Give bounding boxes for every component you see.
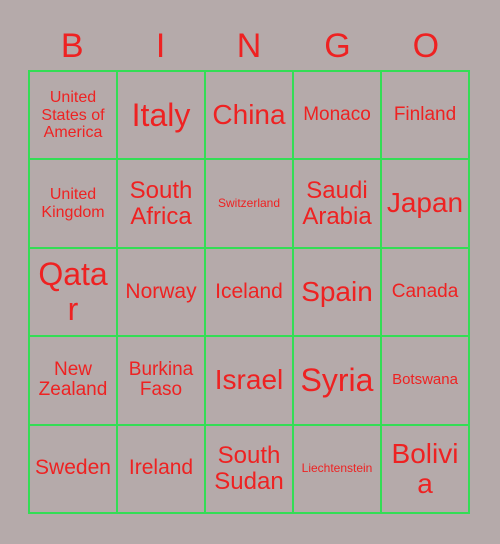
bingo-cell-label: Canada <box>391 280 459 302</box>
bingo-cell[interactable]: South Sudan <box>206 425 294 514</box>
bingo-cell-label: Spain <box>301 275 373 307</box>
bingo-cell-label: Israel <box>214 364 284 396</box>
bingo-cell[interactable]: Syria <box>294 337 382 426</box>
bingo-cell[interactable]: China <box>206 72 294 161</box>
bingo-cell[interactable]: Burkina Faso <box>118 337 206 426</box>
bingo-cell-label: Sweden <box>35 456 111 480</box>
bingo-cell[interactable]: Finland <box>382 72 470 161</box>
bingo-cell[interactable]: Japan <box>382 160 470 249</box>
bingo-cell-label: Botswana <box>392 371 458 389</box>
bingo-cell[interactable]: Sweden <box>30 425 118 514</box>
bingo-card: B I N G O United States of America Italy C… <box>0 0 500 544</box>
bingo-cell-label: Liechtenstein <box>301 461 373 476</box>
bingo-cell[interactable]: Switzerland <box>206 160 294 249</box>
bingo-cell-label: Italy <box>131 96 191 133</box>
header-letter-i: I <box>155 27 166 65</box>
bingo-header: B I N G O <box>28 22 470 70</box>
bingo-cell[interactable]: Botswana <box>382 337 470 426</box>
bingo-cell-label: United States of America <box>41 89 105 141</box>
bingo-cell-label: Monaco <box>303 103 371 125</box>
bingo-cell-label: South Sudan <box>214 441 284 495</box>
bingo-cell-label: United Kingdom <box>41 186 105 221</box>
bingo-cell-label: Japan <box>386 187 464 219</box>
bingo-cell-label: Qatar <box>38 256 108 327</box>
bingo-cell[interactable]: Liechtenstein <box>294 425 382 514</box>
bingo-cell-label: Bolivia <box>391 437 459 499</box>
bingo-cell-label: China <box>212 99 286 131</box>
bingo-cell[interactable]: United Kingdom <box>30 160 118 249</box>
bingo-cell[interactable]: Bolivia <box>382 425 470 514</box>
bingo-cell[interactable]: South Africa <box>118 160 206 249</box>
bingo-cell-label: Switzerland <box>217 196 281 211</box>
bingo-cell-label: Saudi Arabia <box>302 176 372 230</box>
bingo-cell[interactable]: Italy <box>118 72 206 161</box>
bingo-cell-label: New Zealand <box>38 358 108 401</box>
bingo-grid: United States of America Italy China Monaco… <box>28 70 470 514</box>
bingo-cell[interactable]: Spain <box>294 248 382 338</box>
header-letter-o: O <box>412 27 440 65</box>
bingo-cell-label: Burkina Faso <box>128 358 194 401</box>
bingo-cell-label: Syria <box>300 362 374 399</box>
bingo-cell[interactable]: Qatar <box>30 248 118 338</box>
bingo-cell-label: South Africa <box>129 176 193 230</box>
bingo-cell[interactable]: Iceland <box>206 248 294 338</box>
header-letter-n: N <box>236 27 262 65</box>
bingo-cell[interactable]: Ireland <box>118 425 206 514</box>
bingo-cell[interactable]: Norway <box>118 248 206 338</box>
bingo-cell[interactable]: United States of America <box>30 72 118 161</box>
header-letter-g: G <box>324 27 351 65</box>
bingo-cell[interactable]: Monaco <box>294 72 382 161</box>
bingo-cell[interactable]: Israel <box>206 337 294 426</box>
bingo-cell-label: Ireland <box>128 456 194 480</box>
bingo-cell[interactable]: Canada <box>382 248 470 338</box>
header-letter-b: B <box>60 27 84 65</box>
bingo-cell-label: Iceland <box>215 279 283 303</box>
bingo-cell-label: Norway <box>125 279 197 303</box>
bingo-cell-label: Finland <box>393 103 457 125</box>
bingo-cell[interactable]: New Zealand <box>30 337 118 426</box>
bingo-cell[interactable]: Saudi Arabia <box>294 160 382 249</box>
